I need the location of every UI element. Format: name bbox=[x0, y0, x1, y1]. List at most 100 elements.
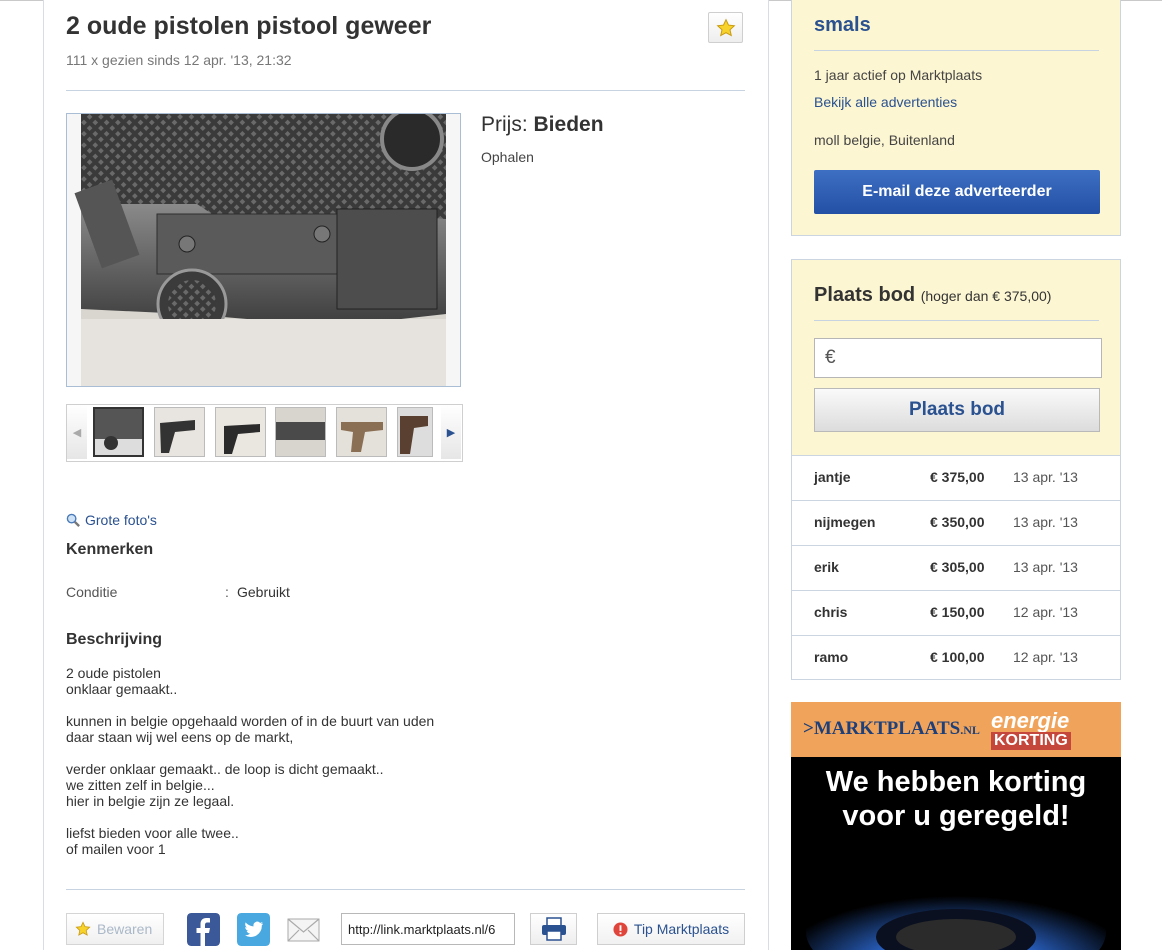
tip-label: Tip Marktplaats bbox=[633, 921, 730, 937]
printer-icon bbox=[541, 917, 566, 941]
thumbnail-1[interactable] bbox=[93, 407, 144, 457]
listing-title: 2 oude pistolen pistool geweer bbox=[66, 12, 432, 40]
tip-marktplaats-button[interactable]: Tip Marktplaats bbox=[597, 913, 745, 945]
bid-date: 12 apr. '13 bbox=[1013, 649, 1078, 665]
bid-amount: € 350,00 bbox=[930, 514, 985, 530]
thumbnail-prev-button[interactable]: ◀ bbox=[67, 405, 87, 459]
large-photos-link[interactable]: Grote foto's bbox=[66, 512, 157, 528]
korting-badge: KORTING bbox=[991, 732, 1071, 750]
price: Prijs: Bieden bbox=[481, 113, 604, 137]
description-line: verder onklaar gemaakt.. de loop is dich… bbox=[66, 761, 384, 777]
description-line: hier in belgie zijn ze legaal. bbox=[66, 793, 235, 809]
bid-date: 13 apr. '13 bbox=[1013, 559, 1078, 575]
bidder-name: nijmegen bbox=[814, 514, 876, 530]
listing-main: 2 oude pistolen pistool geweer 111 x gez… bbox=[43, 0, 769, 950]
bid-amount: € 150,00 bbox=[930, 604, 985, 620]
thumbnail-3[interactable] bbox=[215, 407, 266, 457]
divider bbox=[66, 889, 745, 890]
bid-amount: € 100,00 bbox=[930, 649, 985, 665]
thumbnail-image bbox=[155, 408, 204, 456]
chevron-right-icon: ▶ bbox=[446, 426, 456, 439]
bidder-name: ramo bbox=[814, 649, 849, 665]
bid-amount: € 305,00 bbox=[930, 559, 985, 575]
chevron-left-icon: ◀ bbox=[72, 426, 82, 439]
thumbnail-4[interactable] bbox=[275, 407, 326, 457]
thumbnail-6[interactable] bbox=[397, 407, 433, 457]
share-link-input[interactable] bbox=[341, 913, 515, 945]
bid-date: 13 apr. '13 bbox=[1013, 469, 1078, 485]
thumbnail-5[interactable] bbox=[336, 407, 387, 457]
facebook-icon[interactable] bbox=[187, 913, 220, 946]
description-line: we zitten zelf in belgie... bbox=[66, 777, 215, 793]
advertisement-banner[interactable]: >MARKTPLAATS.NL energie KORTING We hebbe… bbox=[791, 702, 1121, 950]
description-paragraph: 2 oude pistolen onklaar gemaakt.. bbox=[66, 665, 666, 697]
thumbnail-next-button[interactable]: ▶ bbox=[441, 405, 461, 459]
description-paragraph: kunnen in belgie opgehaald worden of in … bbox=[66, 713, 666, 745]
bid-row: ramo € 100,00 12 apr. '13 bbox=[792, 635, 1120, 681]
large-photos-label: Grote foto's bbox=[85, 512, 157, 528]
bid-row: nijmegen € 350,00 13 apr. '13 bbox=[792, 500, 1120, 546]
bid-title-text: Plaats bod bbox=[814, 284, 916, 306]
description-line: liefst bieden voor alle twee.. bbox=[66, 825, 239, 841]
bid-form: Plaats bod (hoger dan € 375,00) € Plaats… bbox=[792, 260, 1120, 455]
ad-brand: MARKTPLAATS bbox=[813, 718, 961, 739]
favorite-button[interactable] bbox=[708, 12, 743, 43]
thumbnail-image bbox=[398, 408, 432, 456]
thumbnail-2[interactable] bbox=[154, 407, 205, 457]
description-line: 2 oude pistolen bbox=[66, 665, 161, 681]
thumbnail-image bbox=[337, 408, 386, 456]
save-button[interactable]: Bewaren bbox=[66, 913, 164, 945]
description-heading: Beschrijving bbox=[66, 631, 163, 648]
bid-amount-input[interactable]: € bbox=[814, 338, 1102, 378]
bid-date: 12 apr. '13 bbox=[1013, 604, 1078, 620]
ad-headline-2: voor u geregeld! bbox=[842, 800, 1070, 832]
bid-amount: € 375,00 bbox=[930, 469, 985, 485]
thumbnail-image bbox=[276, 408, 325, 456]
pistol-photo bbox=[74, 114, 446, 386]
bidder-name: erik bbox=[814, 559, 839, 575]
main-photo[interactable] bbox=[66, 113, 461, 387]
divider bbox=[814, 320, 1099, 321]
thumbnail-strip: ◀ ▶ bbox=[66, 404, 463, 462]
gas-flame-image bbox=[806, 872, 1106, 950]
save-label: Bewaren bbox=[97, 921, 153, 937]
ad-header: >MARKTPLAATS.NL energie KORTING bbox=[791, 702, 1121, 757]
email-seller-button[interactable]: E-mail deze adverteerder bbox=[814, 170, 1100, 214]
feature-label: Conditie bbox=[66, 584, 118, 600]
bidder-name: chris bbox=[814, 604, 848, 620]
feature-separator: : bbox=[225, 584, 229, 600]
price-label: Prijs: bbox=[481, 113, 528, 136]
place-bid-button[interactable]: Plaats bod bbox=[814, 388, 1100, 432]
bid-row: jantje € 375,00 13 apr. '13 bbox=[792, 455, 1120, 501]
bid-title: Plaats bod (hoger dan € 375,00) bbox=[814, 284, 1051, 307]
magnifier-icon bbox=[66, 513, 80, 527]
thumbnail-image bbox=[216, 408, 265, 456]
divider bbox=[814, 50, 1099, 51]
ad-brand-suffix: .NL bbox=[960, 723, 980, 737]
mail-icon[interactable] bbox=[287, 913, 320, 946]
description-paragraph: liefst bieden voor alle twee.. of mailen… bbox=[66, 825, 666, 857]
print-button[interactable] bbox=[530, 913, 577, 945]
bid-date: 13 apr. '13 bbox=[1013, 514, 1078, 530]
view-count: 111 x gezien sinds 12 apr. '13, 21:32 bbox=[66, 52, 292, 68]
twitter-icon[interactable] bbox=[237, 913, 270, 946]
bid-row: chris € 150,00 12 apr. '13 bbox=[792, 590, 1120, 636]
delivery-method: Ophalen bbox=[481, 149, 534, 165]
seller-location: moll belgie, Buitenland bbox=[814, 132, 955, 148]
all-ads-link[interactable]: Bekijk alle advertenties bbox=[814, 94, 957, 110]
bid-minimum: (hoger dan € 375,00) bbox=[920, 288, 1052, 304]
divider bbox=[66, 90, 745, 91]
bid-panel: Plaats bod (hoger dan € 375,00) € Plaats… bbox=[791, 259, 1121, 680]
bid-row: erik € 305,00 13 apr. '13 bbox=[792, 545, 1120, 591]
description-line: of mailen voor 1 bbox=[66, 841, 166, 857]
seller-active: 1 jaar actief op Marktplaats bbox=[814, 67, 983, 83]
energie-badge: energie bbox=[991, 708, 1070, 733]
description-line: onklaar gemaakt.. bbox=[66, 681, 178, 697]
description-line: kunnen in belgie opgehaald worden of in … bbox=[66, 713, 435, 729]
currency-symbol: € bbox=[825, 347, 836, 368]
description-text: 2 oude pistolen onklaar gemaakt.. kunnen… bbox=[66, 665, 666, 873]
bidder-name: jantje bbox=[814, 469, 851, 485]
seller-name[interactable]: smals bbox=[814, 14, 871, 37]
feature-value: Gebruikt bbox=[237, 584, 290, 600]
seller-panel: smals 1 jaar actief op Marktplaats Bekij… bbox=[791, 0, 1121, 236]
